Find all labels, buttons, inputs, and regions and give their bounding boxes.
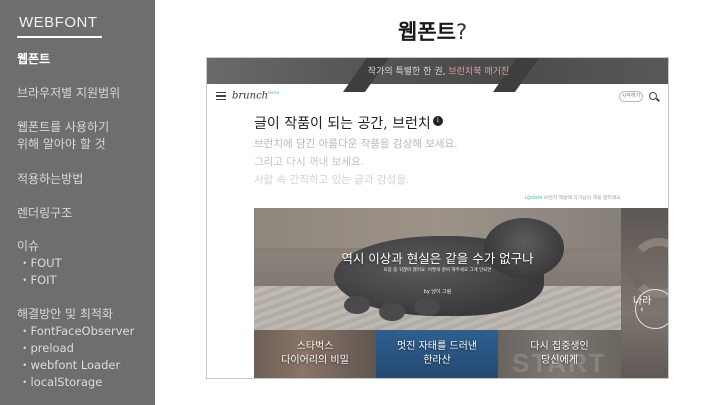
hero-title: 글이 작품이 되는 공간, 브런치 i — [254, 113, 443, 133]
sidebar-subitem-preload[interactable]: ・preload — [19, 341, 74, 355]
feature-caption: 역시 이상과 현실은 같을 수가 없구나 — [341, 251, 534, 266]
logo-text: brunch — [232, 90, 269, 102]
next-slide-panel[interactable]: 나라 ‹ — [621, 208, 668, 378]
sidebar-subitem-webfont-loader[interactable]: ・webfont Loader — [19, 358, 120, 372]
sidebar-item-webfont[interactable]: 웹폰트 — [17, 51, 50, 67]
hero-line-3: 서랍 속 간직하고 있는 글과 감성을. — [254, 174, 410, 186]
logo-beta: beta — [268, 90, 280, 96]
start-button[interactable]: 시작하기 — [619, 91, 643, 102]
card-title-line1: 스타벅스 — [296, 341, 334, 352]
article-card-starbucks[interactable]: 스타벅스 다이어리의 비밀 — [254, 330, 376, 378]
hero-title-text: 글이 작품이 되는 공간, 브런치 — [254, 116, 431, 132]
promo-banner[interactable]: 작가의 특별한 한 권, 브런치북 매거진 — [207, 58, 668, 92]
card-title-line2: 다이어리의 비밀 — [281, 355, 349, 366]
article-card-start[interactable]: START 다시 집중생인 당신에게 — [498, 330, 621, 378]
article-card-hallasan[interactable]: 멋진 자태를 드러낸 한라산 — [376, 330, 498, 378]
sidebar-subitem-localstorage[interactable]: ・localStorage — [19, 375, 102, 389]
site-header: brunchbeta 시작하기 — [207, 84, 668, 108]
sidebar-subitem-foit[interactable]: ・FOIT — [19, 273, 57, 287]
sidebar-item-solutions[interactable]: 해결방안 및 최적화 — [17, 306, 113, 322]
sidebar-subitem-fontfaceobserver[interactable]: ・FontFaceObserver — [19, 324, 134, 338]
slide-title: 웹폰트? — [398, 16, 467, 46]
update-text: 브런치 책방에 작가님의 책을 알리세요 — [543, 196, 621, 201]
sidebar-brand: WEBFONT — [19, 14, 98, 31]
cat-paw — [414, 298, 440, 316]
banner-text: 작가의 특별한 한 권, 브런치북 매거진 — [207, 64, 668, 77]
card-title-line1: 다시 집중생인 — [530, 341, 589, 352]
cat-paw — [379, 303, 405, 321]
info-icon[interactable]: i — [432, 116, 443, 126]
site-logo[interactable]: brunchbeta — [232, 90, 279, 101]
card-title-line1: 멋진 자태를 드러낸 — [397, 341, 477, 352]
sidebar-item-prerequisites-line2[interactable]: 위해 알아야 할 것 — [17, 136, 106, 152]
feature-byline: by 냥이 그림 — [423, 289, 452, 295]
banner-text-highlight: 브런치북 매거진 — [448, 67, 510, 77]
featured-article[interactable]: 역시 이상과 현실은 같을 수가 없구나 요즘 좀 귀찮아 졌어요. 어떻게 준… — [254, 208, 621, 330]
slide-title-suffix: ? — [455, 20, 468, 44]
banner-text-main: 작가의 특별한 한 권, — [367, 67, 446, 77]
sidebar-subitem-fout[interactable]: ・FOUT — [19, 256, 62, 270]
cat-paw — [344, 296, 370, 314]
hero-line-2: 그리고 다시 꺼내 보세요. — [254, 156, 364, 168]
card-title-line2: 한라산 — [423, 355, 451, 366]
update-tag: Update — [525, 196, 543, 201]
sidebar-item-how-to-apply[interactable]: 적용하는방법 — [17, 171, 83, 187]
sidebar-item-issues[interactable]: 이슈 — [17, 238, 39, 254]
slide-title-text: 웹폰트 — [398, 20, 456, 44]
search-icon[interactable] — [649, 92, 657, 100]
sidebar-item-prerequisites-line1[interactable]: 웹폰트를 사용하기 — [17, 119, 109, 135]
card-title-line2: 당신에게 — [541, 355, 578, 366]
chevron-left-icon[interactable]: ‹ — [640, 305, 644, 315]
feature-subtitle: 요즘 좀 귀찮아 졌어요. 어떻게 준비 해주세요 그게 안되면 — [383, 268, 492, 273]
update-notice[interactable]: Update 브런치 책방에 작가님의 책을 알리세요 — [525, 194, 621, 201]
brand-underline — [17, 36, 102, 38]
hamburger-menu-icon[interactable] — [216, 92, 226, 100]
hero-line-1: 브런치에 담긴 아름다운 작품을 감상해 보세요. — [254, 138, 458, 150]
sidebar-item-browser-support[interactable]: 브라우저별 지원범위 — [17, 85, 120, 101]
sidebar-item-rendering[interactable]: 렌더링구조 — [17, 205, 72, 221]
sidebar: WEBFONT 웹폰트 브라우저별 지원범위 웹폰트를 사용하기 위해 알아야 … — [0, 0, 155, 405]
website-screenshot: 작가의 특별한 한 권, 브런치북 매거진 brunchbeta 시작하기 글이… — [206, 57, 669, 379]
